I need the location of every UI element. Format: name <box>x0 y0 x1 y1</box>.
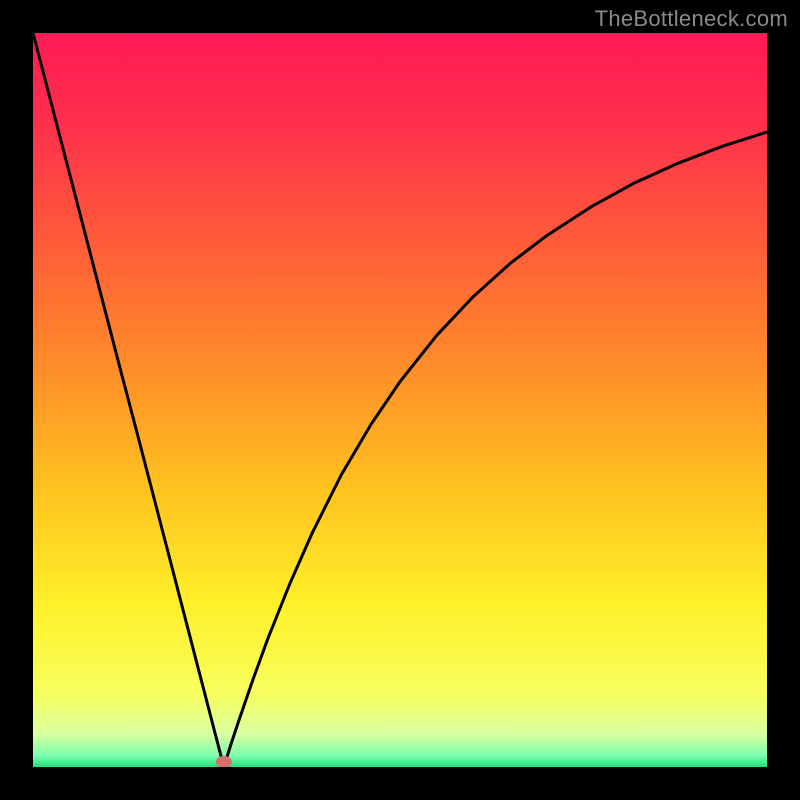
gradient-background <box>33 33 767 767</box>
bottleneck-chart-svg <box>33 33 767 767</box>
chart-frame: TheBottleneck.com <box>0 0 800 800</box>
watermark-text: TheBottleneck.com <box>595 6 788 32</box>
plot-area <box>33 33 767 767</box>
